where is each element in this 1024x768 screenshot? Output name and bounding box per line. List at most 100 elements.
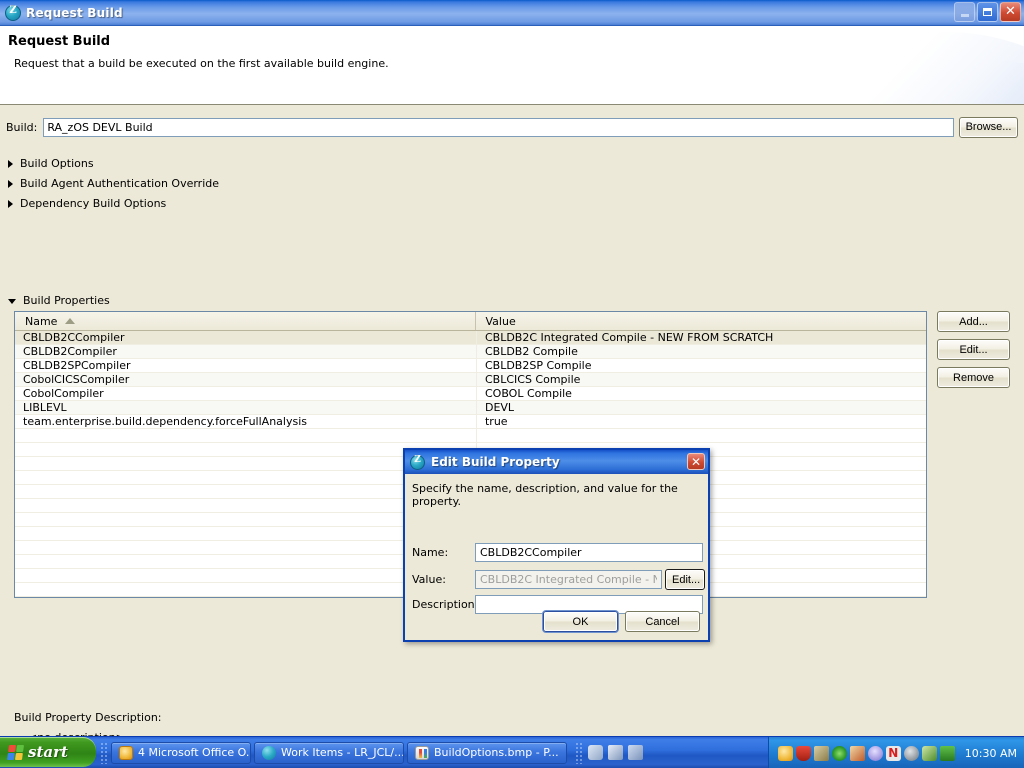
- table-cell-value: true: [475, 415, 926, 428]
- chevron-right-icon: [8, 199, 13, 208]
- page-header-banner: Request Build Request that a build be ex…: [0, 26, 1024, 105]
- window-title: Request Build: [26, 5, 123, 20]
- taskbar-item-paint[interactable]: BuildOptions.bmp - P...: [407, 741, 567, 764]
- table-header: Name Value: [15, 312, 926, 331]
- table-row[interactable]: CobolCompiler COBOL Compile: [15, 387, 926, 401]
- taskbar-grip-handle[interactable]: [100, 741, 107, 764]
- chevron-down-icon: [8, 299, 16, 304]
- key-icon[interactable]: [921, 745, 937, 761]
- dialog-ok-button[interactable]: OK: [543, 611, 618, 632]
- disk-icon[interactable]: [903, 745, 919, 761]
- clock[interactable]: 10:30 AM: [965, 747, 1017, 760]
- security-lock-icon[interactable]: [813, 745, 829, 761]
- section-build-properties[interactable]: Build Properties: [8, 294, 110, 307]
- sort-ascending-icon: [65, 317, 76, 324]
- table-cell-value: CBLDB2SP Compile: [475, 359, 926, 372]
- minimize-button[interactable]: [954, 2, 975, 22]
- table-cell-name: CBLDB2SPCompiler: [23, 359, 131, 372]
- table-row[interactable]: CobolCICSCompiler CBLCICS Compile: [15, 373, 926, 387]
- taskbar-item-work-items[interactable]: Work Items - LR_JCL/...: [254, 741, 404, 764]
- table-row[interactable]: LIBLEVL DEVL: [15, 401, 926, 415]
- mcafee-shield-icon[interactable]: [795, 745, 811, 761]
- column-header-label: Name: [25, 314, 58, 328]
- section-label: Build Properties: [23, 294, 110, 307]
- norton-n-icon[interactable]: N: [885, 745, 901, 761]
- printer-icon[interactable]: [849, 745, 865, 761]
- browse-button[interactable]: Browse...: [958, 116, 1018, 138]
- notes-icon[interactable]: [608, 745, 623, 760]
- quick-launch-bar: [588, 745, 643, 760]
- dialog-value-input: [475, 570, 662, 589]
- table-row[interactable]: CBLDB2SPCompiler CBLDB2SP Compile: [15, 359, 926, 373]
- table-cell-name: CobolCompiler: [23, 387, 104, 400]
- start-button[interactable]: start: [0, 737, 96, 767]
- section-dependency-build-options[interactable]: Dependency Build Options: [8, 197, 166, 210]
- table-row[interactable]: team.enterprise.build.dependency.forceFu…: [15, 415, 926, 429]
- microphone-icon[interactable]: [588, 745, 603, 760]
- table-cell-value: CBLDB2 Compile: [475, 345, 926, 358]
- taskbar-items: 4 Microsoft Office O... ▼ Work Items - L…: [111, 741, 567, 764]
- outlook-tray-icon[interactable]: [777, 745, 793, 761]
- column-header-value[interactable]: Value: [476, 312, 927, 330]
- table-action-buttons: Add... Edit... Remove: [937, 311, 1010, 388]
- section-label: Build Agent Authentication Override: [20, 177, 220, 190]
- windows-taskbar: start 4 Microsoft Office O... ▼ Work Ite…: [0, 736, 1024, 768]
- table-row[interactable]: CBLDB2CCompiler CBLDB2C Integrated Compil…: [15, 331, 926, 345]
- table-cell-value: DEVL: [475, 401, 926, 414]
- build-field-row: Build: Browse...: [6, 116, 1018, 138]
- page-subtitle: Request that a build be executed on the …: [14, 57, 389, 70]
- section-build-agent-authentication-override[interactable]: Build Agent Authentication Override: [8, 177, 219, 190]
- network-monitor-icon[interactable]: [939, 745, 955, 761]
- quicklaunch-grip-handle[interactable]: [575, 741, 582, 764]
- dialog-value-edit-button[interactable]: Edit...: [665, 569, 705, 590]
- column-header-name[interactable]: Name: [15, 312, 476, 330]
- table-cell-value: CBLCICS Compile: [475, 373, 926, 386]
- dialog-name-label: Name:: [412, 546, 449, 559]
- close-icon: ✕: [690, 454, 702, 469]
- dialog-description: Specify the name, description, and value…: [412, 482, 678, 508]
- window-titlebar: Request Build ✕: [0, 0, 1024, 26]
- close-icon: ✕: [1005, 4, 1016, 19]
- dialog-value-row: Value: Edit...: [412, 569, 705, 590]
- dialog-description-label: Description:: [412, 598, 479, 611]
- taskbar-item-label: BuildOptions.bmp - P...: [434, 746, 559, 759]
- window-switch-icon[interactable]: [628, 745, 643, 760]
- window-controls: ✕: [954, 2, 1021, 22]
- table-row-empty: [15, 429, 926, 443]
- add-button[interactable]: Add...: [937, 311, 1010, 332]
- alert-icon[interactable]: [867, 745, 883, 761]
- dialog-cancel-button[interactable]: Cancel: [625, 611, 700, 632]
- remove-button[interactable]: Remove: [937, 367, 1010, 388]
- rtc-logo-icon: [262, 745, 276, 760]
- dialog-close-button[interactable]: ✕: [687, 453, 705, 470]
- table-row[interactable]: CBLDB2Compiler CBLDB2 Compile: [15, 345, 926, 359]
- taskbar-item-label: Work Items - LR_JCL/...: [281, 746, 404, 759]
- close-button[interactable]: ✕: [1000, 2, 1021, 22]
- column-header-label: Value: [485, 314, 516, 328]
- section-label: Build Options: [20, 157, 94, 170]
- request-build-window: Request Build ✕ Request Build Request th…: [0, 0, 1024, 768]
- build-label: Build:: [6, 120, 38, 134]
- dialog-name-input[interactable]: [475, 543, 703, 562]
- rtc-logo-icon: [410, 454, 425, 470]
- dialog-name-row: Name:: [412, 543, 703, 562]
- edit-button[interactable]: Edit...: [937, 339, 1010, 360]
- edit-build-property-dialog: Edit Build Property ✕ Specify the name, …: [403, 448, 710, 642]
- table-cell-name: CobolCICSCompiler: [23, 373, 130, 386]
- table-cell-name: team.enterprise.build.dependency.forceFu…: [23, 415, 307, 428]
- taskbar-item-outlook[interactable]: 4 Microsoft Office O... ▼: [111, 741, 251, 764]
- dialog-value-label: Value:: [412, 573, 446, 586]
- table-cell-name: CBLDB2CCompiler: [23, 331, 125, 344]
- paint-icon: [415, 745, 429, 760]
- dialog-title: Edit Build Property: [431, 455, 560, 469]
- table-cell-value: CBLDB2C Integrated Compile - NEW FROM SC…: [475, 331, 926, 344]
- spiral-icon[interactable]: [831, 745, 847, 761]
- system-tray: N 10:30 AM: [767, 737, 1024, 768]
- dialog-titlebar: Edit Build Property ✕: [405, 450, 708, 474]
- section-build-options[interactable]: Build Options: [8, 157, 94, 170]
- dialog-body: Specify the name, description, and value…: [405, 474, 708, 642]
- restore-button[interactable]: [977, 2, 998, 22]
- page-title: Request Build: [8, 34, 111, 49]
- chevron-right-icon: [8, 159, 13, 168]
- build-input[interactable]: [43, 117, 954, 137]
